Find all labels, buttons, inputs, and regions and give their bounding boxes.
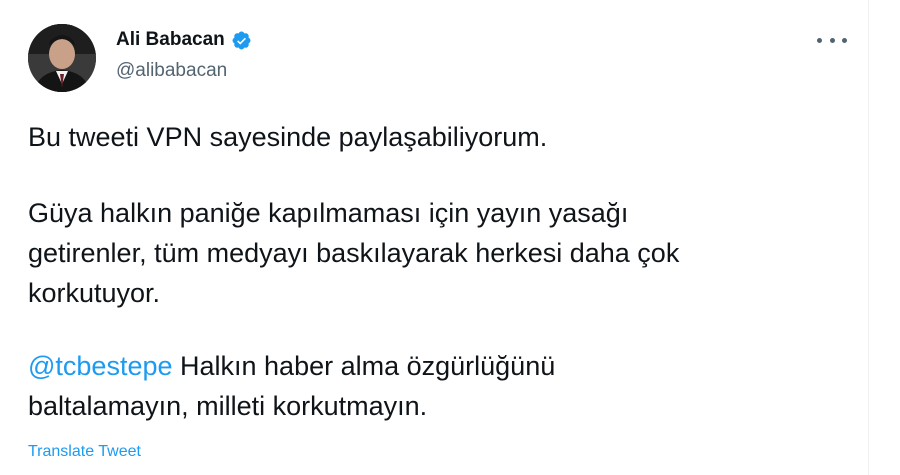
more-dot [842, 37, 847, 43]
tweet-paragraph-3-line-1: @tcbestepe Halkın haber alma özgürlüğünü [28, 346, 848, 386]
tweet-paragraph-2-line-1: Güya halkın paniğe kapılmaması için yayı… [28, 198, 629, 228]
tweet-card: Ali Babacan @alibabacan Bu tweeti VPN sa… [0, 0, 868, 475]
mention-link[interactable]: @tcbestepe [28, 351, 173, 381]
tweet-paragraph-3-text: Halkın haber alma özgürlüğünü [172, 351, 556, 381]
translate-tweet-link[interactable]: Translate Tweet [28, 443, 141, 461]
avatar-photo [28, 24, 96, 92]
display-name[interactable]: Ali Babacan [116, 29, 225, 51]
tweet-paragraph-1: Bu tweeti VPN sayesinde paylaşabiliyorum… [28, 122, 548, 152]
author-name-row[interactable]: Ali Babacan [116, 29, 252, 51]
more-dot [817, 37, 822, 43]
tweet-text: Bu tweeti VPN sayesinde paylaşabiliyorum… [28, 117, 848, 426]
tweet-paragraph-3-line-2: baltalamayın, milleti korkutmayın. [28, 391, 428, 421]
tweet-paragraph-2-line-2: getirenler, tüm medyayı baskılayarak her… [28, 238, 680, 268]
avatar[interactable] [28, 24, 96, 92]
tweet-paragraph-2-line-3: korkutuyor. [28, 278, 161, 308]
user-handle[interactable]: @alibabacan [116, 60, 227, 82]
column-divider [868, 0, 869, 475]
more-dot [829, 37, 835, 43]
more-horizontal-icon[interactable] [817, 28, 847, 52]
verified-badge-icon [231, 30, 252, 51]
